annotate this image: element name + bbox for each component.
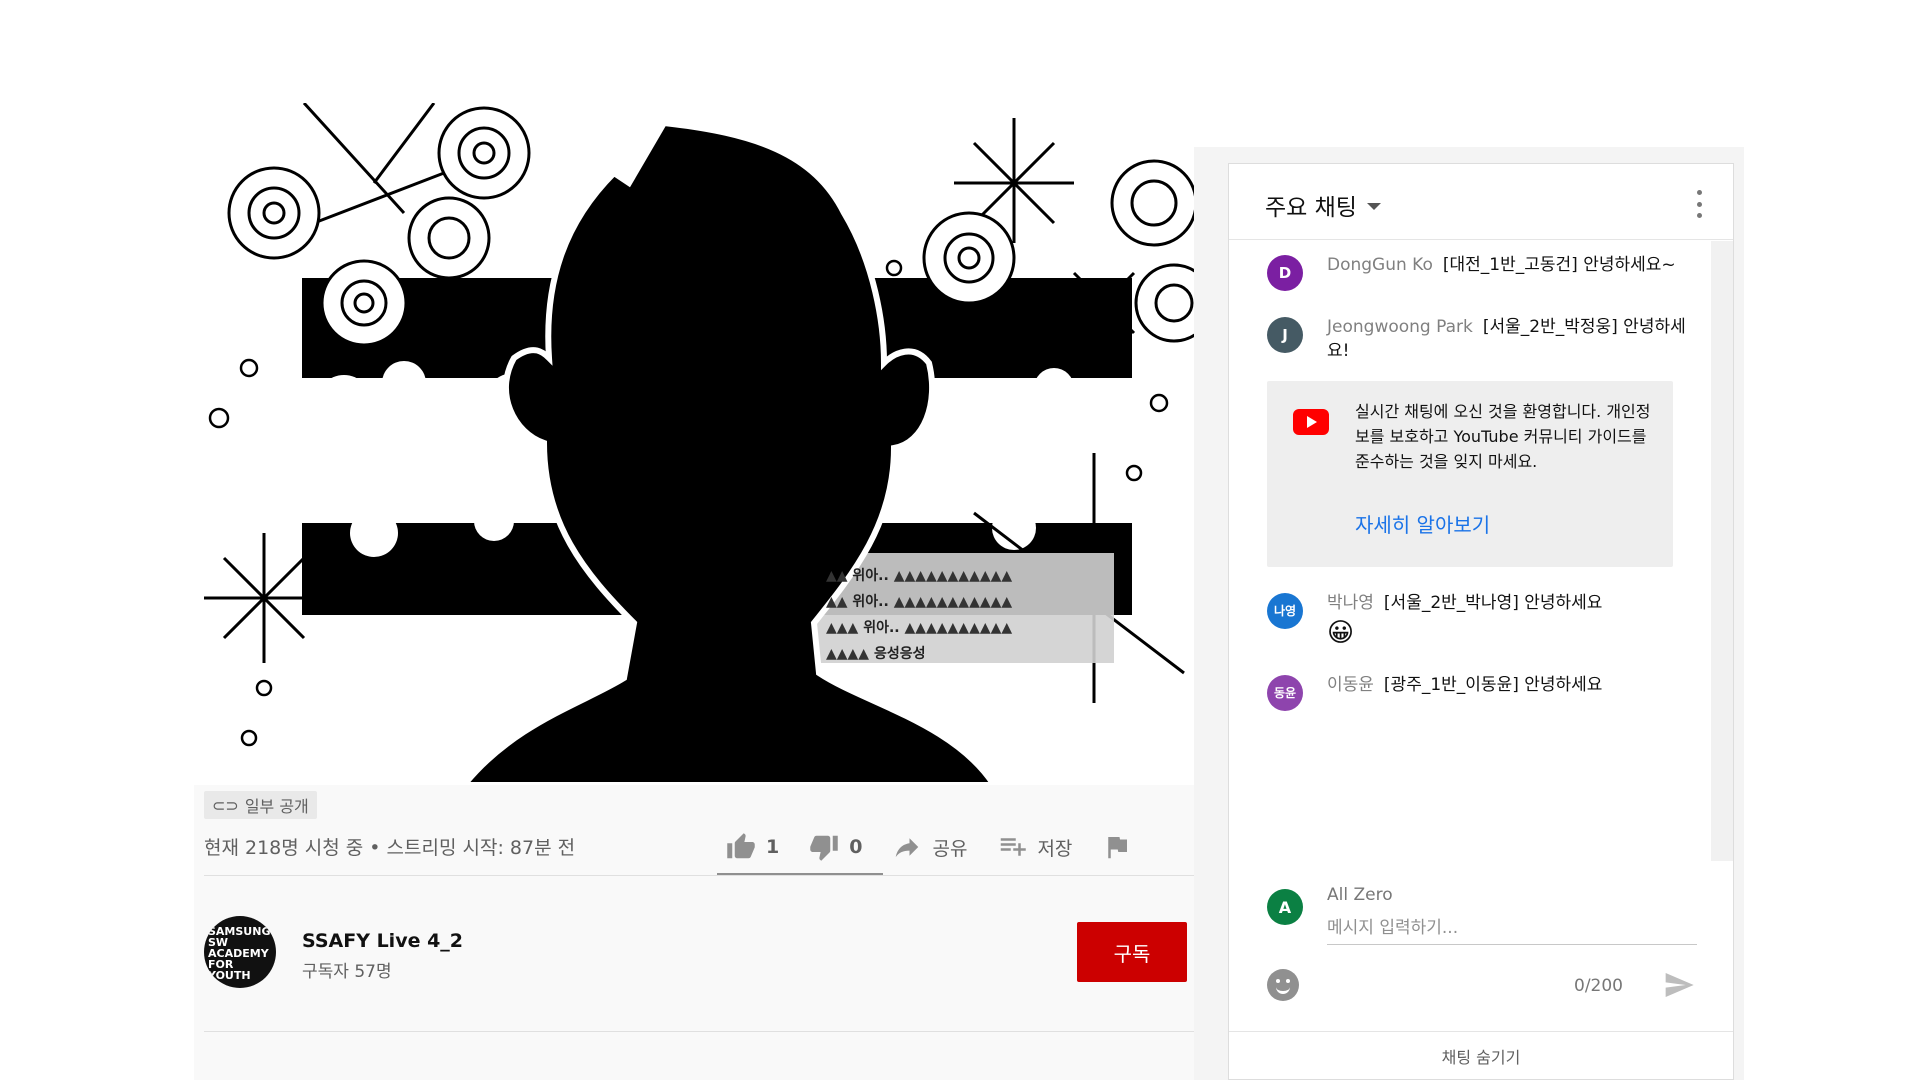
message-author: DongGun Ko xyxy=(1327,255,1433,275)
send-button[interactable] xyxy=(1661,969,1697,1001)
overlay-line: 위아.. xyxy=(852,568,889,584)
chat-title: 주요 채팅 xyxy=(1265,195,1357,221)
channel-avatar[interactable]: SAMSUNG SW ACADEMY FOR YOUTH xyxy=(204,916,276,988)
share-label: 공유 xyxy=(932,837,968,860)
message-author: 박나영 xyxy=(1327,593,1374,613)
chat-message: D DongGun Ko [대전_1반_고동건] 안녕하세요~ xyxy=(1267,253,1687,291)
video-player[interactable]: ▲▲ 위아.. ▲▲▲▲▲▲▲▲▲▲▲ ▲▲ 위아.. ▲▲▲▲▲▲▲▲▲▲▲ … xyxy=(194,103,1194,785)
avatar: A xyxy=(1267,889,1303,925)
video-frame xyxy=(194,103,1194,785)
chat-messages: D DongGun Ko [대전_1반_고동건] 안녕하세요~ J Jeongwo… xyxy=(1229,241,1733,861)
send-icon xyxy=(1665,973,1694,997)
chat-scrollbar[interactable] xyxy=(1711,241,1733,861)
subscribe-button[interactable]: 구독 xyxy=(1077,922,1187,982)
live-stream-page: ▲▲ 위아.. ▲▲▲▲▲▲▲▲▲▲▲ ▲▲ 위아.. ▲▲▲▲▲▲▲▲▲▲▲ … xyxy=(0,0,1920,1080)
current-user-name: All Zero xyxy=(1327,885,1393,905)
chat-message: 동윤 이동윤 [광주_1반_이동윤] 안녕하세요 xyxy=(1267,673,1687,711)
divider xyxy=(204,1031,1194,1032)
learn-more-link[interactable]: 자세히 알아보기 xyxy=(1355,509,1490,538)
dislike-button[interactable]: 0 xyxy=(807,832,862,862)
video-overlay-text: ▲▲ 위아.. ▲▲▲▲▲▲▲▲▲▲▲ ▲▲ 위아.. ▲▲▲▲▲▲▲▲▲▲▲ … xyxy=(826,568,1013,662)
more-vert-icon[interactable] xyxy=(1689,190,1709,218)
visibility-badge: ⊂⊃ 일부 공개 xyxy=(204,791,317,819)
subscriber-count: 구독자 57명 xyxy=(302,962,392,982)
avatar: 동윤 xyxy=(1267,675,1303,711)
save-label: 저장 xyxy=(1037,837,1073,860)
share-icon xyxy=(896,838,919,857)
share-button[interactable]: 공유 xyxy=(890,832,967,862)
link-icon: ⊂⊃ xyxy=(212,795,239,815)
chat-message: J Jeongwoong Park [서울_2반_박정웅] 안녕하세요! xyxy=(1267,315,1687,363)
save-button[interactable]: 저장 xyxy=(995,832,1072,862)
message-text: [서울_2반_박나영] 안녕하세요 xyxy=(1383,593,1603,613)
avatar: J xyxy=(1267,317,1303,353)
live-chat-panel: 주요 채팅 D DongGun Ko [대전_1반_고동건] 안녕하세요~ J J… xyxy=(1228,163,1734,1080)
action-bar: 1 0 공유 저장 xyxy=(724,821,1134,873)
channel-name[interactable]: SSAFY Live 4_2 xyxy=(302,930,463,952)
visibility-label: 일부 공개 xyxy=(244,797,309,816)
like-count: 1 xyxy=(766,836,780,858)
save-playlist-icon xyxy=(1001,838,1027,856)
message-text: [광주_1반_이동윤] 안녕하세요 xyxy=(1383,675,1603,695)
video-info: ⊂⊃ 일부 공개 현재 218명 시청 중 • 스트리밍 시작: 87분 전 1… xyxy=(194,785,1194,1080)
thumbs-down-icon xyxy=(810,835,838,861)
youtube-icon xyxy=(1293,409,1329,435)
chat-header: 주요 채팅 xyxy=(1229,164,1733,240)
overlay-line: 위아.. xyxy=(852,594,889,610)
report-button[interactable] xyxy=(1100,832,1134,862)
divider xyxy=(204,875,1194,876)
dislike-count: 0 xyxy=(849,836,863,858)
overlay-line: 응성응성 xyxy=(873,646,926,662)
message-author: Jeongwoong Park xyxy=(1327,317,1473,337)
avatar: D xyxy=(1267,255,1303,291)
emoji-icon[interactable] xyxy=(1267,969,1299,1001)
message-author: 이동윤 xyxy=(1327,675,1374,695)
avatar: 나영 xyxy=(1267,593,1303,629)
hide-chat-button[interactable]: 채팅 숨기기 xyxy=(1229,1031,1733,1079)
smile-emoji: 😀 xyxy=(1327,618,1355,648)
primary-column: ▲▲ 위아.. ▲▲▲▲▲▲▲▲▲▲▲ ▲▲ 위아.. ▲▲▲▲▲▲▲▲▲▲▲ … xyxy=(194,0,1194,1080)
message-text: [대전_1반_고동건] 안녕하세요~ xyxy=(1442,255,1676,275)
chat-mode-dropdown[interactable]: 주요 채팅 xyxy=(1265,188,1381,222)
like-button[interactable]: 1 xyxy=(724,832,779,862)
chat-message: 나영 박나영 [서울_2반_박나영] 안녕하세요 😀 xyxy=(1267,591,1687,651)
chat-input-area: A All Zero 0/200 xyxy=(1229,861,1733,1031)
thumbs-up-icon xyxy=(727,833,755,859)
overlay-line: 위아.. xyxy=(863,620,900,636)
welcome-text: 실시간 채팅에 오신 것을 환영합니다. 개인정보를 보호하고 YouTube … xyxy=(1355,402,1651,471)
flag-icon xyxy=(1108,837,1128,859)
welcome-banner: 실시간 채팅에 오신 것을 환영합니다. 개인정보를 보호하고 YouTube … xyxy=(1267,381,1673,567)
char-counter: 0/200 xyxy=(1574,976,1623,996)
message-input[interactable] xyxy=(1327,911,1697,945)
chevron-down-icon xyxy=(1366,202,1381,210)
viewer-count: 현재 218명 시청 중 • 스트리밍 시작: 87분 전 xyxy=(204,837,576,859)
